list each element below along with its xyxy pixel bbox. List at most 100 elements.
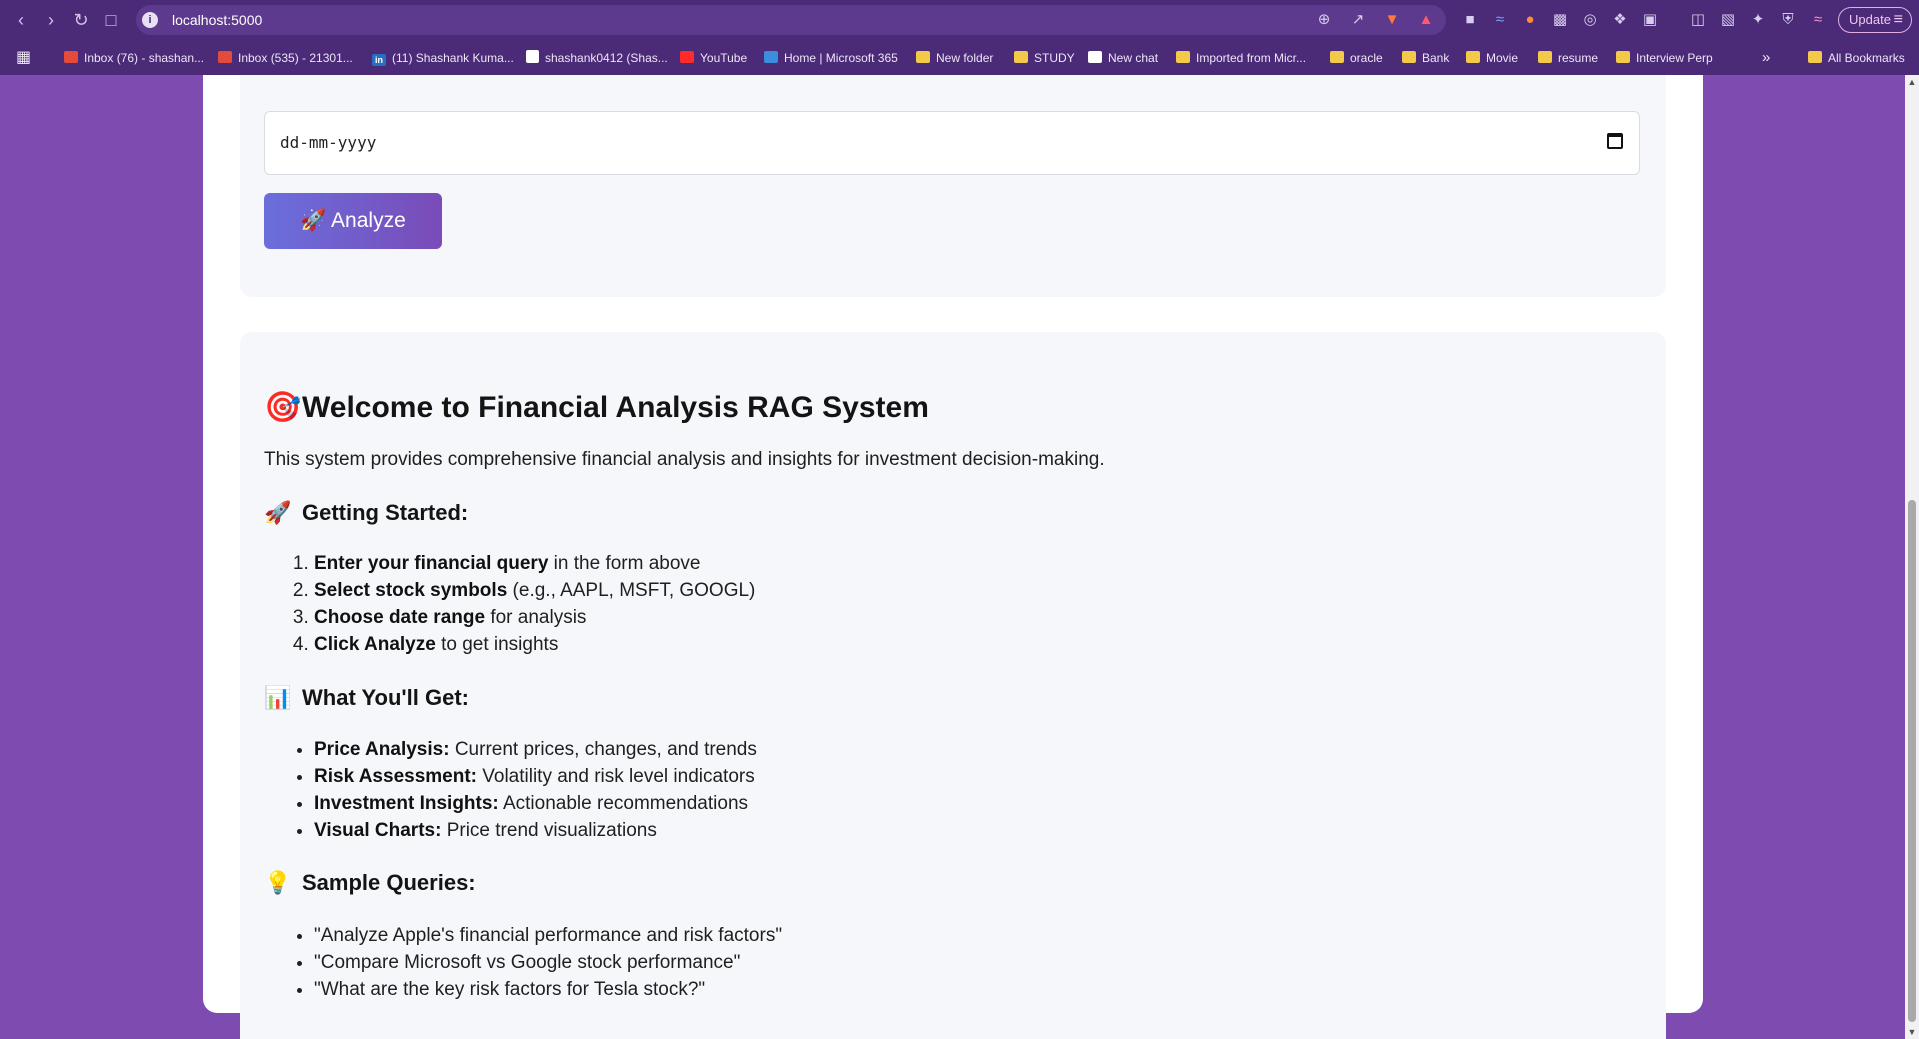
extension-icon[interactable]: ≈ [1808,10,1828,30]
getting-started-heading: 🚀 Getting Started: [264,500,468,526]
bookmark-label: New chat [1108,51,1159,65]
extension-icon[interactable]: ◎ [1580,10,1600,30]
apps-grid-icon[interactable]: ▦ [16,48,31,68]
brave-shield-icon[interactable]: ▼ [1382,10,1402,30]
bookmark-label: Home | Microsoft 365 [784,51,898,65]
section-heading-text: Sample Queries: [302,870,476,895]
list-item: Choose date range for analysis [314,604,755,631]
back-icon[interactable]: ‹ [10,9,32,31]
list-item: Price Analysis: Current prices, changes,… [314,736,757,763]
list-item: "What are the key risk factors for Tesla… [314,976,782,1003]
folder-icon [916,51,930,63]
wallet-icon[interactable]: ▧ [1718,10,1738,30]
analyze-button[interactable]: 🚀 Analyze [264,193,442,249]
welcome-description: This system provides comprehensive finan… [264,449,1105,470]
leo-ai-icon[interactable]: ✦ [1748,10,1768,30]
bookmark-label: New folder [936,51,994,65]
bookmark-label: (11) Shashank Kuma... [392,51,514,65]
browser-chrome: ‹ › ↻ □ i localhost:5000 ⊕ ↗ ▼ ▲ ■ ≈ ● ▩… [0,0,1919,75]
scroll-thumb[interactable] [1908,500,1916,1022]
gmail-icon [64,51,78,63]
extension-icon[interactable]: ■ [1460,10,1480,30]
zoom-icon[interactable]: ⊕ [1314,10,1334,30]
reload-icon[interactable]: ↻ [70,9,92,31]
bookmark-item[interactable]: oracle [1330,48,1383,68]
bookmark-item[interactable]: Inbox (76) - shashan... [64,48,204,68]
step-bold: Click Analyze [314,634,436,655]
extension-icon[interactable]: ≈ [1490,10,1510,30]
step-text: for analysis [485,607,587,628]
step-text: in the form above [548,553,701,574]
calendar-icon[interactable] [1607,133,1623,149]
update-label: Update [1849,12,1891,27]
address-bar[interactable] [136,5,1446,35]
forward-icon[interactable]: › [40,9,62,31]
item-text: Actionable recommendations [498,793,749,814]
bookmark-item[interactable]: New chat [1088,48,1158,68]
bookmark-label: Imported from Micr... [1196,51,1307,65]
bookmark-item[interactable]: Bank [1402,48,1449,68]
more-bookmarks-icon[interactable]: » [1762,48,1770,68]
url-text[interactable]: localhost:5000 [172,12,262,28]
bookmark-label: Inbox (535) - 21301... [238,51,353,65]
date-input[interactable]: dd-mm-yyyy [264,111,1640,175]
bookmark-label: Movie [1486,51,1519,65]
lightbulb-icon: 💡 [264,870,292,895]
bookmark-item[interactable]: New folder [916,48,993,68]
bookmark-label: shashank0412 (Shas... [545,51,668,65]
brave-rewards-icon[interactable]: ▲ [1416,10,1436,30]
extension-icon[interactable]: ▩ [1550,10,1570,30]
metamask-icon[interactable]: ● [1520,10,1540,30]
what-you-get-heading: 📊 What You'll Get: [264,685,469,711]
bookmark-item[interactable]: in (11) Shashank Kuma... [372,48,514,68]
sample-queries-list: "Analyze Apple's financial performance a… [314,922,782,1003]
query-form-card: dd-mm-yyyy 🚀 Analyze [240,75,1666,297]
folder-icon [1402,51,1416,63]
bookmark-page-icon[interactable]: □ [100,9,122,31]
rocket-icon: 🚀 [264,500,292,525]
list-item: Investment Insights: Actionable recommen… [314,790,757,817]
sample-queries-heading: 💡 Sample Queries: [264,870,476,896]
bookmark-item[interactable]: Home | Microsoft 365 [764,48,898,68]
item-bold: Visual Charts: [314,820,442,841]
list-item: Visual Charts: Price trend visualization… [314,817,757,844]
welcome-card: 🎯Welcome to Financial Analysis RAG Syste… [240,332,1666,1039]
all-bookmarks[interactable]: All Bookmarks [1808,48,1905,68]
browser-toolbar: ‹ › ↻ □ i localhost:5000 ⊕ ↗ ▼ ▲ ■ ≈ ● ▩… [0,0,1919,40]
share-icon[interactable]: ↗ [1348,10,1368,30]
puzzle-icon[interactable]: ❖ [1610,10,1630,30]
bookmark-item[interactable]: Interview Perp [1616,48,1713,68]
item-bold: Risk Assessment: [314,766,477,787]
bookmark-item[interactable]: STUDY [1014,48,1075,68]
list-item: Enter your financial query in the form a… [314,550,755,577]
item-text: Volatility and risk level indicators [476,766,755,787]
vpn-icon[interactable]: ⛨ [1778,10,1798,30]
step-text: (e.g., AAPL, MSFT, GOOGL) [507,580,756,601]
sidebar-icon[interactable]: ◫ [1688,10,1708,30]
scroll-down-icon[interactable]: ▼ [1907,1027,1917,1037]
bookmark-label: resume [1558,51,1599,65]
bookmark-item[interactable]: Inbox (535) - 21301... [218,48,353,68]
item-bold: Investment Insights: [314,793,499,814]
update-button[interactable]: Update ≡ [1838,7,1912,33]
bookmark-item[interactable]: shashank0412 (Shas... [526,48,668,68]
what-you-get-list: Price Analysis: Current prices, changes,… [314,736,757,844]
site-info-icon[interactable]: i [142,12,158,28]
bookmark-item[interactable]: resume [1538,48,1598,68]
item-text: Current prices, changes, and trends [449,739,757,760]
bookmark-item[interactable]: YouTube [680,48,747,68]
linkedin-icon: in [372,54,386,66]
page-scrollbar[interactable]: ▲ ▼ [1905,75,1919,1039]
folder-icon [1014,51,1028,63]
youtube-icon [680,51,694,63]
bookmark-item[interactable]: Movie [1466,48,1518,68]
bookmarks-bar: ▦ Inbox (76) - shashan... Inbox (535) - … [0,40,1919,75]
bookmark-label: YouTube [700,51,748,65]
step-bold: Enter your financial query [314,553,549,574]
welcome-title-text: Welcome to Financial Analysis RAG System [302,391,929,424]
scroll-up-icon[interactable]: ▲ [1907,77,1917,87]
extension-icon[interactable]: ▣ [1640,10,1660,30]
step-bold: Choose date range [314,607,486,628]
getting-started-steps: Enter your financial query in the form a… [314,550,755,658]
bookmark-item[interactable]: Imported from Micr... [1176,48,1306,68]
